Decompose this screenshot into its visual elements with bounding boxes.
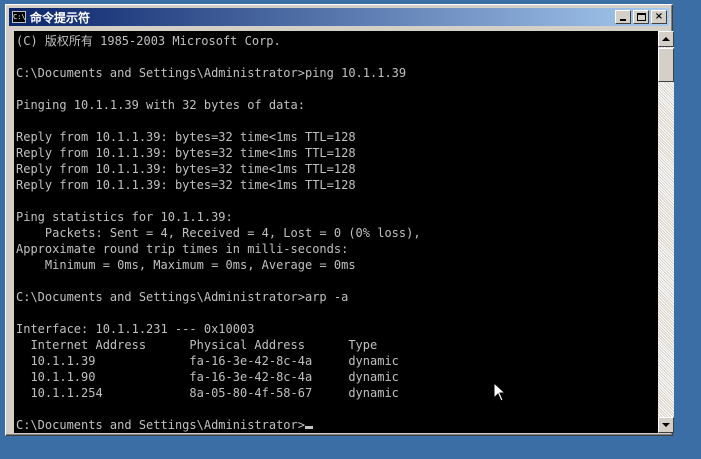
console-line: Minimum = 0ms, Maximum = 0ms, Average = … xyxy=(16,258,356,272)
console-line: Reply from 10.1.1.39: bytes=32 time<1ms … xyxy=(16,162,356,176)
scroll-up-button[interactable] xyxy=(658,31,674,47)
console-line: Interface: 10.1.1.231 --- 0x10003 xyxy=(16,322,255,336)
mouse-pointer-icon xyxy=(494,383,506,402)
maximize-icon xyxy=(637,13,646,21)
console-line: 10.1.1.90 fa-16-3e-42-8c-4a dynamic xyxy=(16,370,399,384)
minimize-button[interactable] xyxy=(615,10,631,24)
console-output[interactable]: (C) 版权所有 1985-2003 Microsoft Corp. C:\Do… xyxy=(14,31,658,433)
window-controls: × xyxy=(615,10,667,24)
console-line: Reply from 10.1.1.39: bytes=32 time<1ms … xyxy=(16,146,356,160)
text-cursor xyxy=(304,426,313,429)
title-bar[interactable]: C:\ 命令提示符 × xyxy=(9,8,669,26)
console-line: Pinging 10.1.1.39 with 32 bytes of data: xyxy=(16,98,305,112)
close-button[interactable]: × xyxy=(651,10,667,24)
scroll-down-button[interactable] xyxy=(658,417,674,433)
close-icon: × xyxy=(654,11,664,22)
console-prompt: C:\Documents and Settings\Administrator> xyxy=(16,418,305,432)
console-icon[interactable]: C:\ xyxy=(12,11,26,23)
console-line: Reply from 10.1.1.39: bytes=32 time<1ms … xyxy=(16,130,356,144)
console-line: 10.1.1.254 8a-05-80-4f-58-67 dynamic xyxy=(16,386,399,400)
console-line: Internet Address Physical Address Type xyxy=(16,338,378,352)
maximize-button[interactable] xyxy=(633,10,649,24)
console-line: Approximate round trip times in milli-se… xyxy=(16,242,349,256)
arrow-down-icon xyxy=(662,423,670,427)
minimize-icon xyxy=(620,19,626,21)
command-prompt-window: C:\ 命令提示符 × (C) 版权所有 1985-2003 Microsoft… xyxy=(5,4,674,436)
scrollbar-thumb[interactable] xyxy=(658,48,674,82)
console-line: 10.1.1.39 fa-16-3e-42-8c-4a dynamic xyxy=(16,354,399,368)
arrow-up-icon xyxy=(662,37,670,41)
console-line: C:\Documents and Settings\Administrator>… xyxy=(16,290,349,304)
console-line: Reply from 10.1.1.39: bytes=32 time<1ms … xyxy=(16,178,356,192)
window-title: 命令提示符 xyxy=(30,10,91,25)
vertical-scrollbar[interactable] xyxy=(658,31,674,433)
console-line: C:\Documents and Settings\Administrator>… xyxy=(16,66,407,80)
console-line: Packets: Sent = 4, Received = 4, Lost = … xyxy=(16,226,421,240)
console-line: Ping statistics for 10.1.1.39: xyxy=(16,210,233,224)
console-line: (C) 版权所有 1985-2003 Microsoft Corp. xyxy=(16,34,281,48)
console-text: (C) 版权所有 1985-2003 Microsoft Corp. C:\Do… xyxy=(14,31,658,433)
